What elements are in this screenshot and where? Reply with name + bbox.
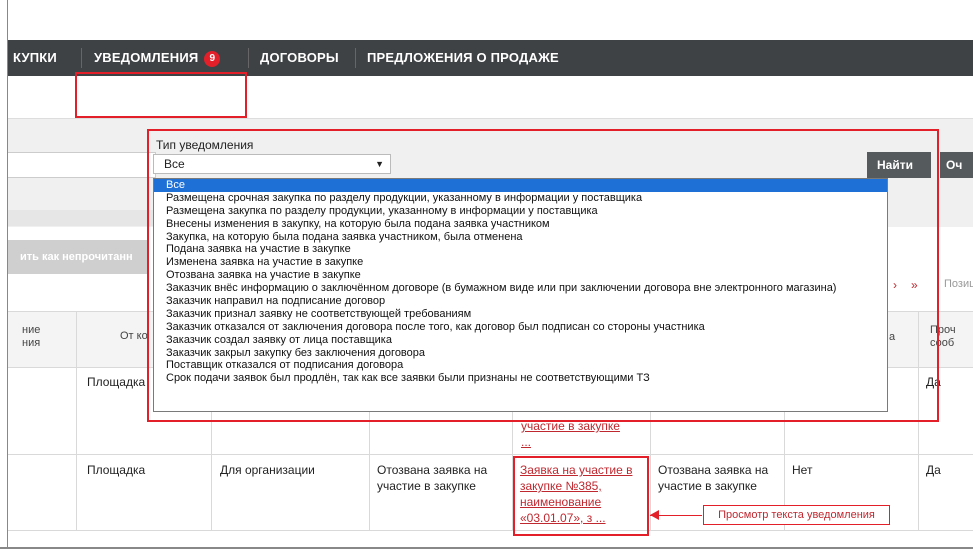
row2-subject: Отозвана заявка на участие в закупке: [658, 462, 768, 494]
row2-read: Да: [926, 463, 941, 477]
grid-line: [76, 311, 77, 530]
nav-notifications-label: УВЕДОМЛЕНИЯ: [94, 50, 199, 65]
row2-type-line: участие в закупке: [377, 479, 476, 493]
nav-separator: [248, 48, 249, 68]
row2-subject-line: участие в закупке: [658, 479, 757, 493]
mark-unread-button[interactable]: ить как непрочитанн: [8, 240, 148, 274]
link-highlight-box: [513, 456, 649, 536]
callout-note: Просмотр текста уведомления: [703, 505, 890, 525]
nav-notifications[interactable]: УВЕДОМЛЕНИЯ 9: [94, 50, 221, 67]
window-left-border: [0, 0, 8, 549]
row2-type-line: Отозвана заявка на: [377, 463, 488, 477]
position-label: Позиц: [944, 278, 973, 290]
column-header-from[interactable]: От ко: [120, 330, 148, 343]
notifications-count-badge: 9: [204, 51, 221, 67]
grid-line: [8, 530, 973, 531]
row2-subject-line: Отозвана заявка на: [658, 463, 769, 477]
nav-separator: [355, 48, 356, 68]
row2-type: Отозвана заявка на участие в закупке: [377, 462, 487, 494]
column-header-line: ния: [22, 337, 41, 349]
filter-text-input[interactable]: [8, 152, 156, 178]
nav-sale-offers[interactable]: ПРЕДЛОЖЕНИЯ О ПРОДАЖЕ: [367, 50, 559, 65]
nav-contracts[interactable]: ДОГОВОРЫ: [260, 50, 339, 65]
clear-button[interactable]: Оч: [940, 152, 973, 178]
callout-arrow-icon: [650, 510, 659, 520]
nav-purchases[interactable]: КУПКИ: [13, 50, 57, 65]
row1-source: Площадка: [87, 375, 146, 389]
dropdown-highlight-box: [147, 129, 939, 422]
row2-source: Площадка: [87, 463, 146, 477]
nav-separator: [81, 48, 82, 68]
row2-flag: Нет: [792, 463, 813, 477]
column-header-line: ние: [22, 324, 41, 336]
row1-content-link-line[interactable]: ...: [521, 434, 531, 450]
grid-line: [8, 454, 973, 455]
row2-audience: Для организации: [220, 463, 315, 477]
top-navigation: КУПКИ УВЕДОМЛЕНИЯ 9 ДОГОВОРЫ ПРЕДЛОЖЕНИЯ …: [8, 40, 973, 76]
nav-highlight-box: [75, 72, 247, 118]
filter-strip: [8, 210, 153, 226]
column-header-name[interactable]: ние ния: [22, 324, 40, 350]
